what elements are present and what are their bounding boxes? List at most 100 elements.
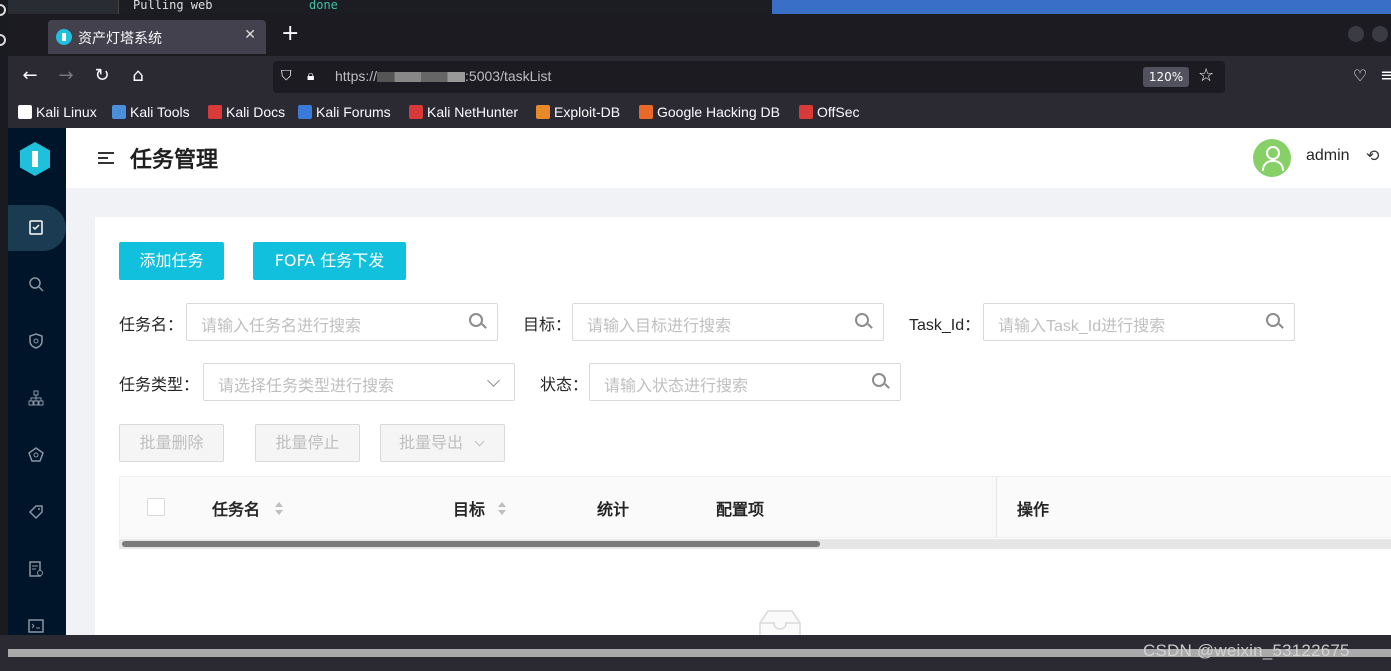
batch-delete-button[interactable]: 批量删除: [119, 424, 224, 462]
navigation-toolbar: ← → ↻ ⌂ ⛉ 🔒︎ https://:5003/taskList 120%…: [8, 56, 1391, 96]
shield-icon[interactable]: ⛉: [281, 68, 292, 84]
sidebar-item-search[interactable]: [8, 262, 66, 308]
bookmark-favicon-icon: [18, 105, 32, 119]
terminal-icon: [28, 619, 44, 633]
bookmark-item[interactable]: Exploit-DB: [536, 104, 620, 120]
terminal-status: done: [309, 0, 338, 12]
sidebar-item-tags[interactable]: [8, 490, 66, 536]
redacted-host: [377, 72, 466, 83]
maximize-button[interactable]: [1372, 26, 1388, 42]
user-avatar-icon[interactable]: [1253, 139, 1291, 177]
search-icon[interactable]: [469, 313, 483, 327]
sitemap-icon: [28, 390, 44, 406]
sidebar-item-policy[interactable]: [8, 547, 66, 593]
watermark: CSDN @weixin_53122675: [1143, 641, 1350, 660]
sidebar-item-security[interactable]: [8, 319, 66, 365]
chevron-down-icon: [474, 436, 485, 447]
task-type-select[interactable]: 请选择任务类型进行搜索: [203, 363, 515, 401]
search-icon: [29, 277, 44, 292]
fofa-task-button[interactable]: FOFA 任务下发: [253, 242, 406, 280]
batch-export-label: 批量导出: [399, 433, 464, 452]
bookmark-item[interactable]: Kali Tools: [112, 104, 190, 120]
bookmark-favicon-icon: [536, 105, 550, 119]
column-header-task-name[interactable]: 任务名: [212, 496, 260, 520]
sidebar-item-fingerprint[interactable]: [8, 433, 66, 479]
search-icon[interactable]: [1266, 313, 1280, 327]
column-header-target[interactable]: 目标: [453, 496, 485, 520]
minimize-button[interactable]: [1348, 26, 1364, 42]
menu-icon[interactable]: ≡: [1380, 64, 1391, 88]
close-tab-icon[interactable]: ✕: [244, 27, 256, 43]
panel-icon[interactable]: [0, 4, 6, 16]
scrollbar-thumb[interactable]: [122, 541, 820, 547]
menu-fold-icon[interactable]: [98, 152, 114, 164]
column-header-actions: 操作: [1017, 500, 1050, 519]
background-terminal: Pulling web done: [0, 0, 1391, 14]
reload-icon[interactable]: ↻: [90, 64, 114, 88]
bookmark-label: Google Hacking DB: [657, 104, 780, 120]
task-name-search-input[interactable]: 请输入任务名进行搜索: [186, 303, 498, 341]
bookmark-item[interactable]: OffSec: [799, 104, 860, 120]
bookmark-item[interactable]: Kali Docs: [208, 104, 285, 120]
task-name-placeholder: 请输入任务名进行搜索: [201, 318, 362, 335]
bookmark-item[interactable]: Kali Forums: [298, 104, 391, 120]
search-icon[interactable]: [855, 313, 869, 327]
search-icon[interactable]: [872, 373, 886, 387]
select-all-checkbox[interactable]: [147, 498, 165, 516]
zoom-level[interactable]: 120%: [1143, 67, 1189, 87]
lighthouse-logo-icon[interactable]: [20, 142, 50, 176]
logout-icon[interactable]: ⟲: [1366, 146, 1379, 165]
bookmark-item[interactable]: Kali Linux: [18, 104, 97, 120]
panel-icon[interactable]: [0, 34, 6, 46]
task-name-label: 任务名：: [119, 317, 184, 334]
table-header: 任务名 目标 统计 配置项 操作: [119, 476, 1391, 538]
sidebar-item-tasks[interactable]: [8, 205, 66, 251]
browser-tab[interactable]: 资产灯塔系统 ✕: [48, 20, 266, 54]
bookmark-label: Kali Docs: [226, 104, 286, 120]
batch-stop-button[interactable]: 批量停止: [255, 424, 360, 462]
url-text[interactable]: https://:5003/taskList: [335, 68, 551, 84]
task-id-label: Task_Id：: [909, 317, 981, 334]
pocket-icon[interactable]: ♡: [1348, 64, 1372, 88]
task-id-placeholder: 请输入Task_Id进行搜索: [998, 318, 1166, 335]
status-label: 状态：: [540, 377, 589, 394]
bookmark-star-icon[interactable]: ☆: [1198, 65, 1214, 86]
lock-icon[interactable]: 🔒︎: [307, 68, 314, 84]
task-type-label: 任务类型：: [119, 377, 200, 394]
lighthouse-favicon-icon: [56, 29, 72, 45]
bookmark-label: Kali NetHunter: [427, 104, 519, 120]
username[interactable]: admin: [1306, 147, 1350, 165]
bookmark-item[interactable]: Kali NetHunter: [409, 104, 518, 120]
status-search-input[interactable]: 请输入状态进行搜索: [589, 363, 901, 401]
page-header: 任务管理 admin ⟲: [66, 128, 1391, 188]
task-type-placeholder: 请选择任务类型进行搜索: [218, 378, 395, 395]
bookmark-item[interactable]: Google Hacking DB: [639, 104, 780, 120]
desktop-background: [772, 0, 1391, 14]
target-search-input[interactable]: 请输入目标进行搜索: [572, 303, 884, 341]
new-tab-button[interactable]: +: [281, 22, 299, 46]
sort-icon[interactable]: [498, 502, 506, 516]
pentagon-icon: [28, 447, 44, 462]
bookmark-label: Exploit-DB: [554, 104, 621, 120]
table-horizontal-scrollbar[interactable]: [119, 539, 1391, 549]
forward-arrow-icon[interactable]: →: [54, 64, 78, 88]
sort-icon[interactable]: [275, 502, 283, 516]
sidebar-item-assets[interactable]: [8, 376, 66, 422]
chevron-down-icon[interactable]: [487, 374, 500, 387]
batch-export-dropdown[interactable]: 批量导出: [380, 424, 505, 462]
bookmark-label: Kali Linux: [36, 104, 97, 120]
bookmark-favicon-icon: [639, 105, 653, 119]
screen: Pulling web done 资产灯塔系统 ✕ + ← → ↻ ⌂ ⛉ 🔒︎…: [0, 0, 1391, 671]
page-title: 任务管理: [130, 148, 219, 173]
back-arrow-icon[interactable]: ←: [18, 64, 42, 88]
add-task-button[interactable]: 添加任务: [119, 242, 224, 280]
sidebar: [8, 128, 66, 671]
tab-title: 资产灯塔系统: [78, 31, 162, 47]
target-placeholder: 请输入目标进行搜索: [587, 318, 732, 335]
bookmark-favicon-icon: [799, 105, 813, 119]
bookmark-label: Kali Tools: [130, 104, 190, 120]
column-header-config: 配置项: [716, 500, 765, 519]
address-bar[interactable]: ⛉ 🔒︎ https://:5003/taskList 120% ☆: [273, 61, 1225, 93]
home-icon[interactable]: ⌂: [126, 64, 150, 88]
task-id-search-input[interactable]: 请输入Task_Id进行搜索: [983, 303, 1295, 341]
